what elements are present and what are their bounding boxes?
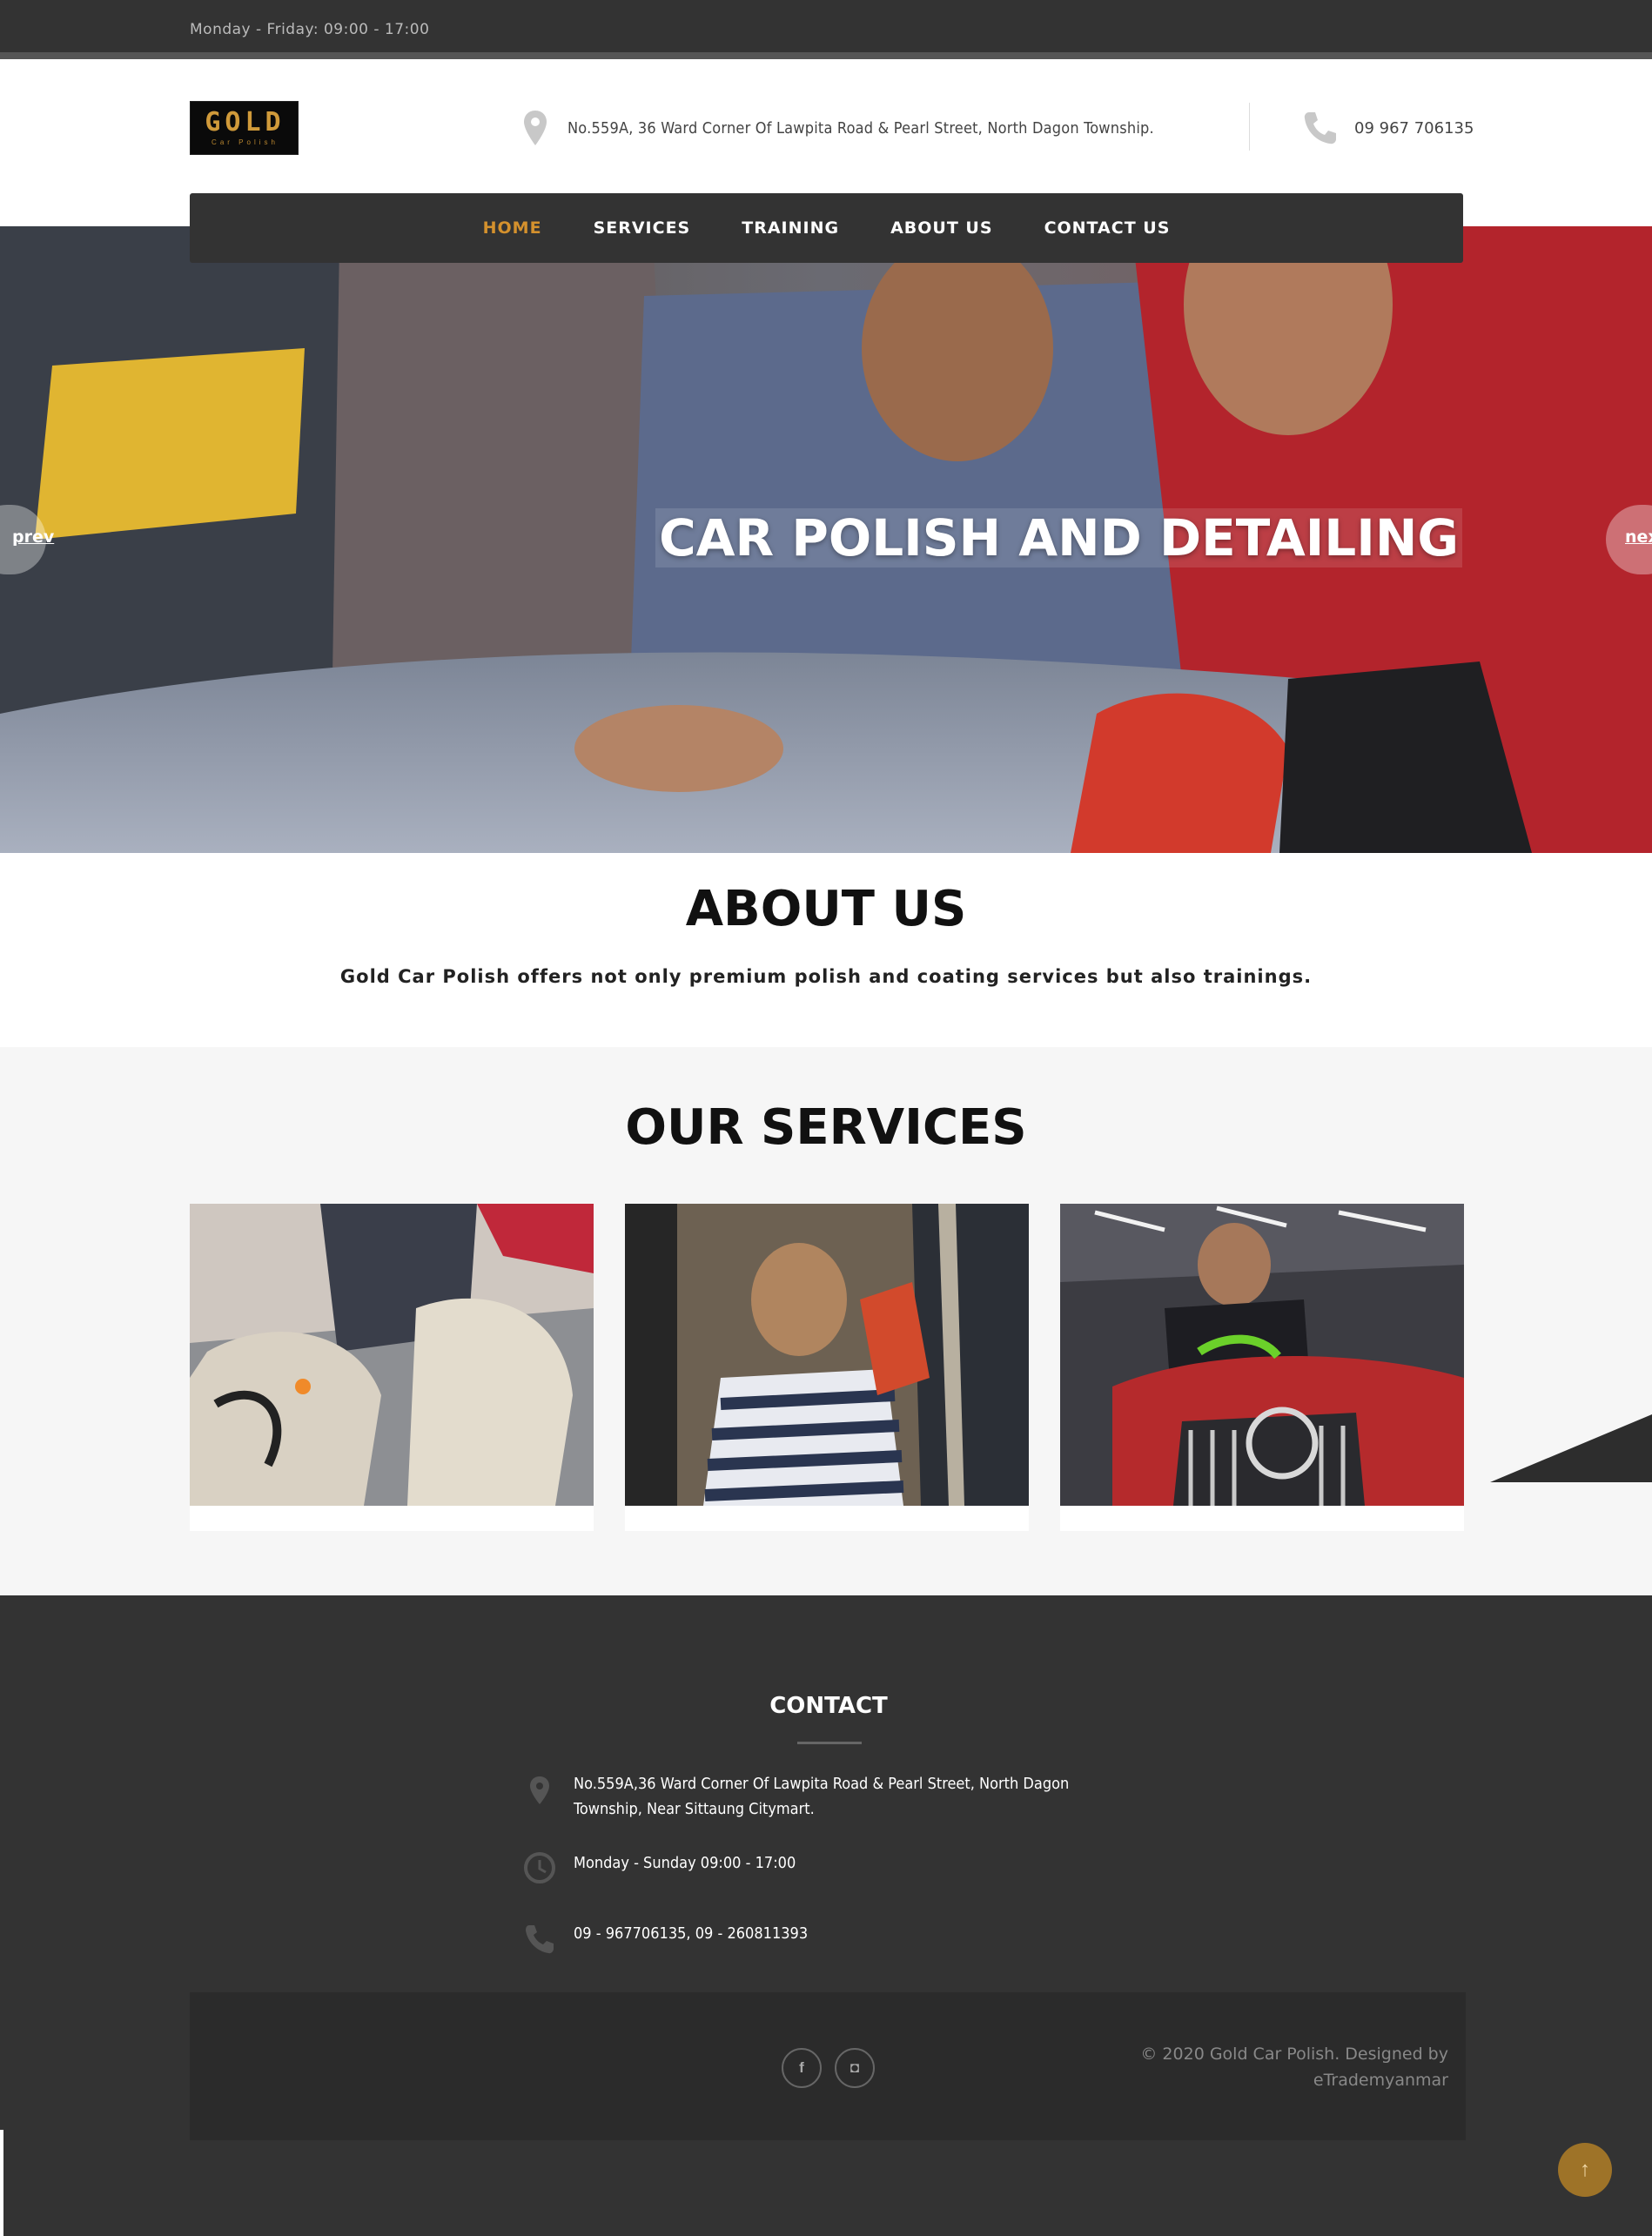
back-to-top-button[interactable]: ↑ (1558, 2143, 1612, 2197)
slider-prev-label: prev (12, 527, 55, 547)
service-card-interior-cleaning[interactable] (190, 1204, 594, 1531)
about-title: ABOUT US (685, 881, 967, 937)
nav-contact-us[interactable]: CONTACT US (1044, 218, 1171, 238)
services-title: OUR SERVICES (625, 1099, 1027, 1156)
hero-slider: prev next CAR POLISH AND DETAILING (0, 226, 1652, 853)
clock-icon (524, 1852, 555, 1883)
hero-title: CAR POLISH AND DETAILING (655, 508, 1462, 567)
instagram-icon[interactable]: ◘ (835, 2048, 875, 2088)
copyright-line1: © 2020 Gold Car Polish. Designed by (1140, 2045, 1448, 2064)
contact-phone: 09 - 967706135, 09 - 260811393 (522, 1921, 808, 1959)
nav-home[interactable]: HOME (483, 218, 542, 238)
contact-hours-text: Monday - Sunday 09:00 - 17:00 (574, 1854, 796, 1872)
contact-title: CONTACT (769, 1693, 888, 1719)
facebook-icon[interactable]: f (782, 2048, 822, 2088)
top-bar: Monday - Friday: 09:00 - 17:00 (0, 0, 1652, 59)
service-image (625, 1204, 1029, 1506)
services-section: OUR SERVICES (0, 1047, 1652, 1595)
about-text: Gold Car Polish offers not only premium … (339, 966, 1313, 987)
about-section: ABOUT US Gold Car Polish offers not only… (0, 853, 1652, 1047)
nav-about-us[interactable]: ABOUT US (890, 218, 992, 238)
service-image (190, 1204, 594, 1506)
decorative-corner (1490, 1414, 1652, 1482)
contact-hours: Monday - Sunday 09:00 - 17:00 (522, 1850, 796, 1889)
service-card-car-detailing[interactable] (1060, 1204, 1464, 1531)
left-edge-tab (0, 2130, 3, 2236)
phone-icon (1304, 112, 1336, 144)
arrow-up-icon: ↑ (1580, 2158, 1590, 2181)
slider-next-label: next (1625, 527, 1652, 547)
map-pin-icon (524, 111, 547, 145)
header-address: No.559A, 36 Ward Corner Of Lawpita Road … (522, 107, 1154, 149)
copyright-designer-link[interactable]: eTrademyanmar (1140, 2067, 1448, 2093)
main-nav: HOME SERVICES TRAINING ABOUT US CONTACT … (190, 193, 1463, 263)
logo-subtext: Car Polish (212, 138, 279, 146)
service-card-machine-polish[interactable] (625, 1204, 1029, 1531)
map-pin-icon (530, 1776, 549, 1804)
contact-phone-text[interactable]: 09 - 967706135, 09 - 260811393 (574, 1921, 808, 1959)
business-hours: Monday - Friday: 09:00 - 17:00 (190, 21, 430, 38)
header-phone: 09 967 706135 (1302, 107, 1474, 149)
contact-address-line1: No.559A,36 Ward Corner Of Lawpita Road &… (574, 1775, 1070, 1793)
service-image (1060, 1204, 1464, 1506)
site-footer: CONTACT No.559A,36 Ward Corner Of Lawpit… (0, 1595, 1652, 2236)
phone-icon (526, 1925, 554, 1954)
header-divider (1249, 103, 1250, 151)
contact-address: No.559A,36 Ward Corner Of Lawpita Road &… (522, 1771, 1069, 1822)
footer-bottom-bar: f ◘ © 2020 Gold Car Polish. Designed by … (190, 1992, 1466, 2140)
header-address-text: No.559A, 36 Ward Corner Of Lawpita Road … (567, 118, 1154, 138)
logo-text: GOLD (205, 107, 285, 138)
copyright: © 2020 Gold Car Polish. Designed by eTra… (1140, 2041, 1448, 2093)
nav-training[interactable]: TRAINING (742, 218, 839, 238)
contact-title-underline (797, 1742, 862, 1744)
header-phone-text[interactable]: 09 967 706135 (1354, 119, 1474, 138)
logo[interactable]: GOLD Car Polish (190, 101, 299, 155)
contact-address-line2: Township, Near Sittaung Citymart. (574, 1800, 815, 1818)
nav-services[interactable]: SERVICES (594, 218, 691, 238)
